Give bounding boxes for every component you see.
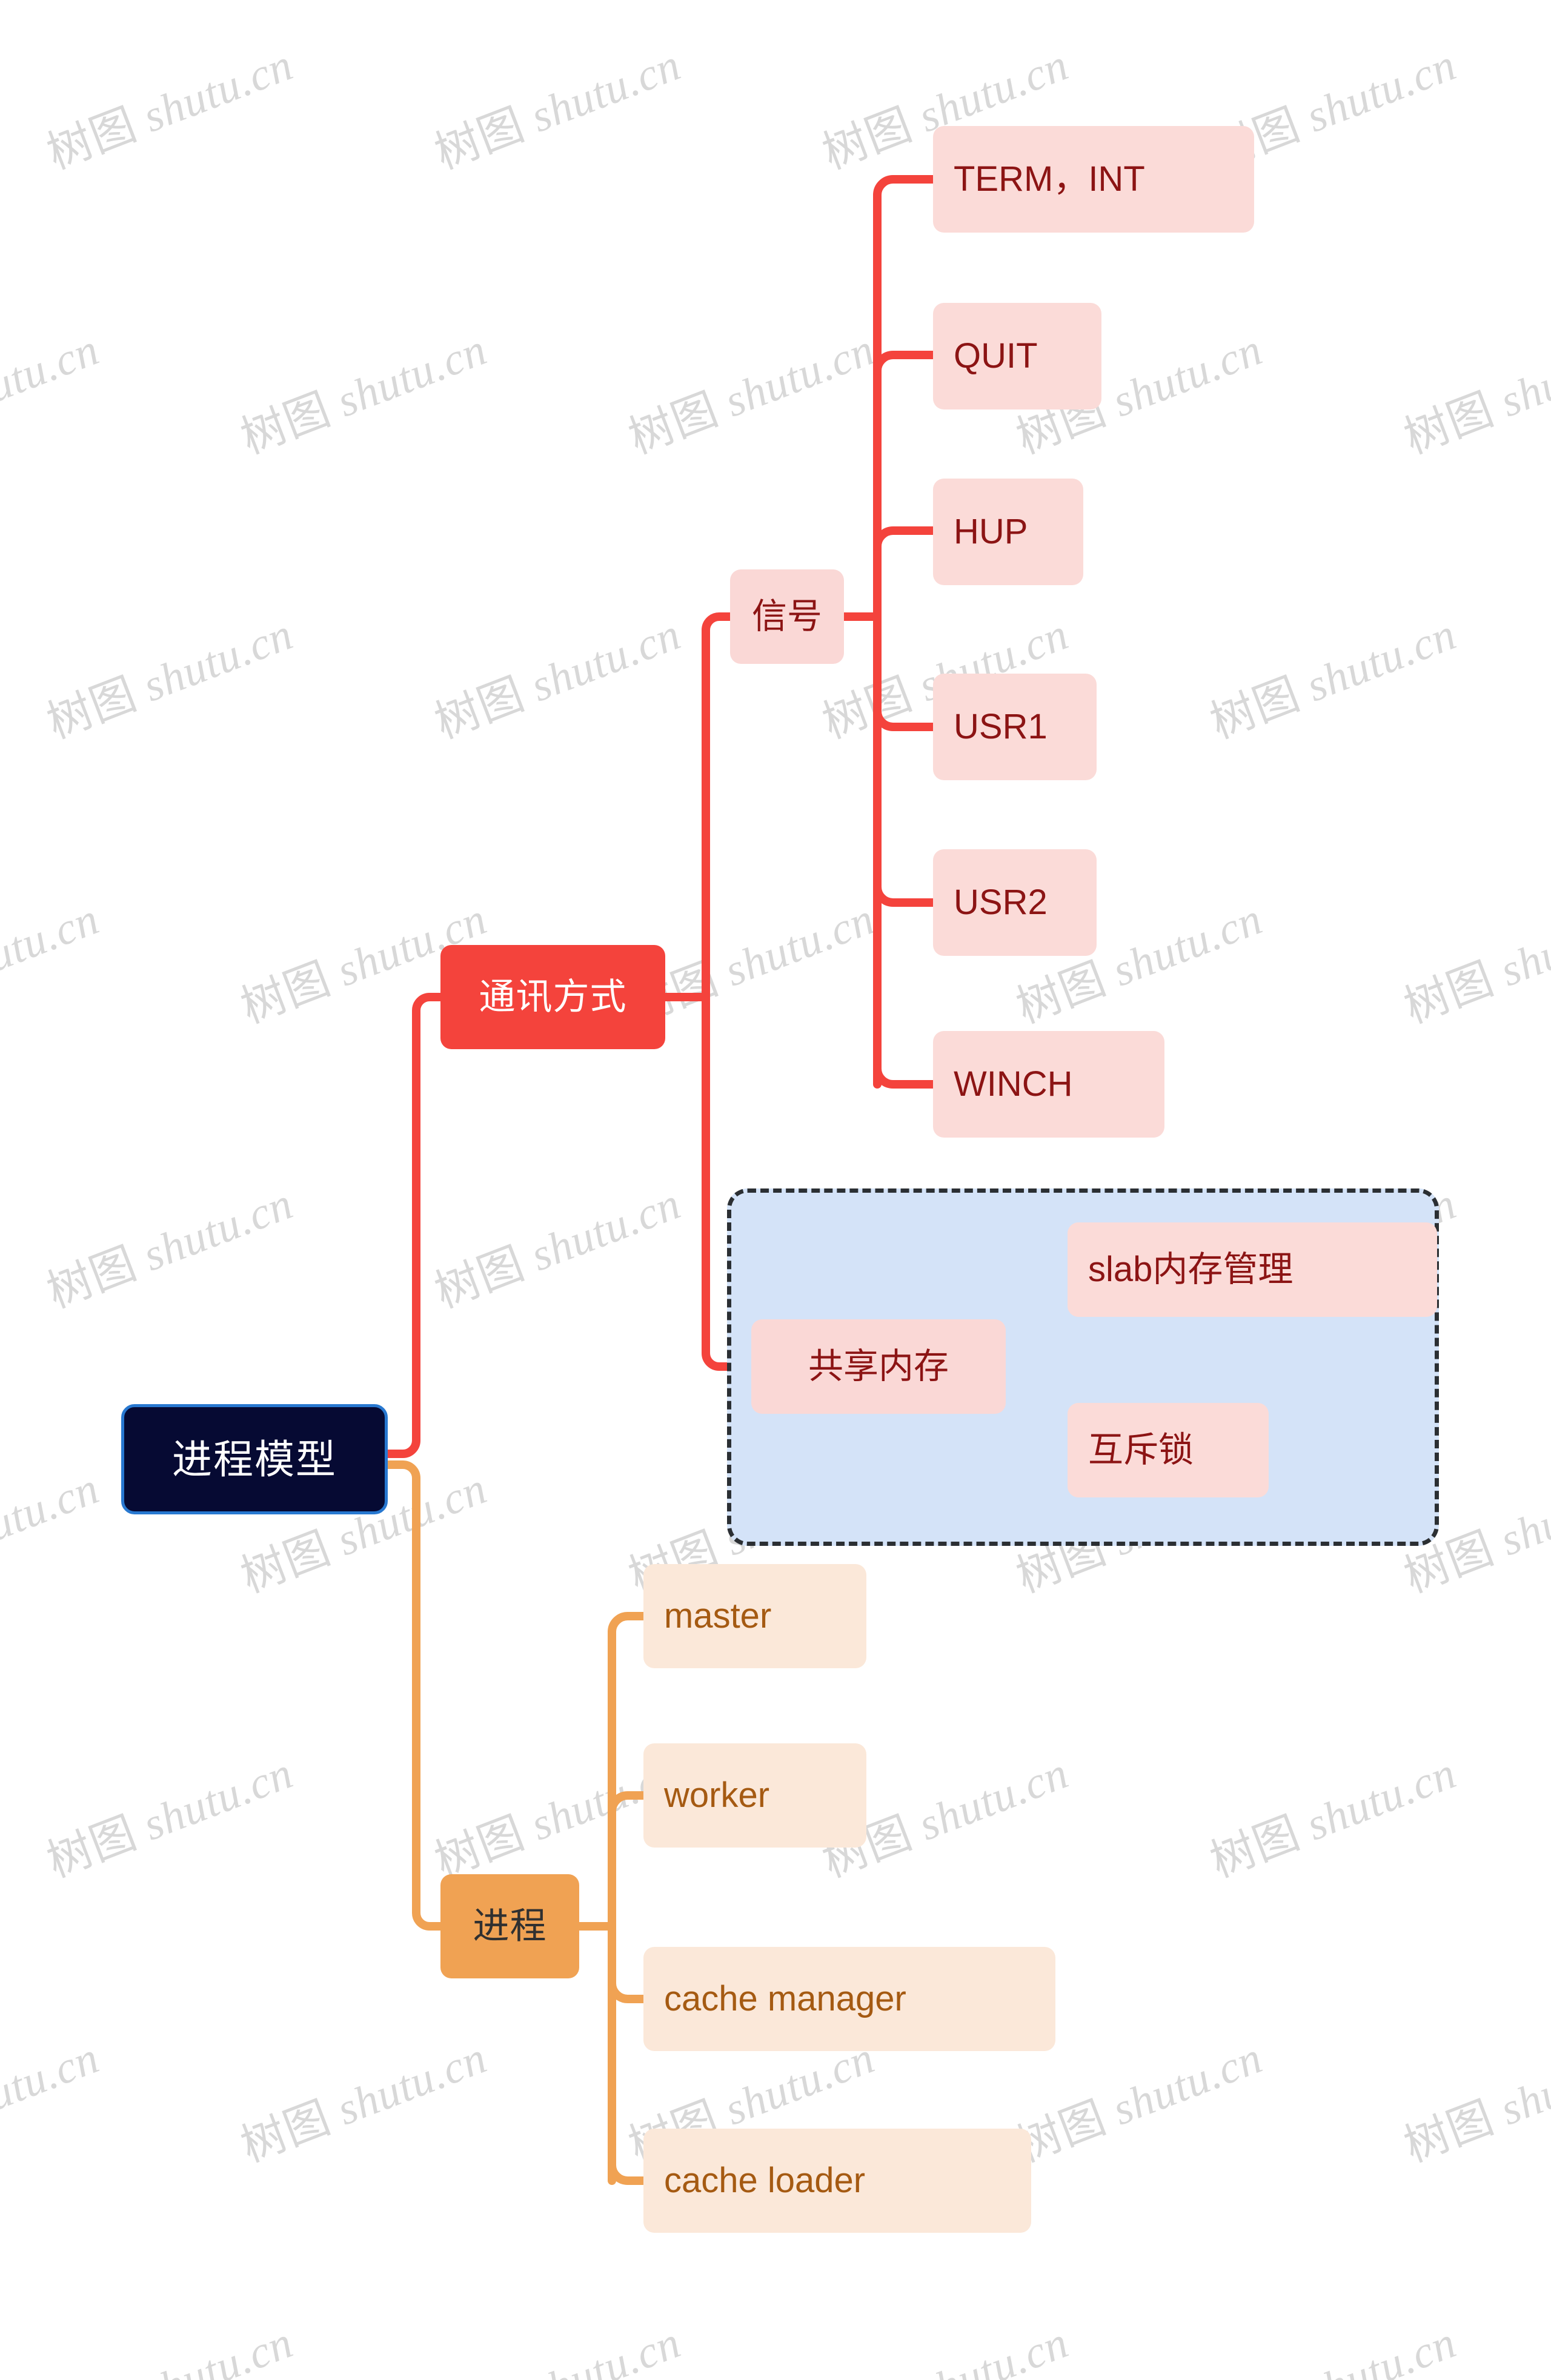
node-worker-label: worker xyxy=(664,1775,770,1815)
node-root-label: 进程模型 xyxy=(172,1437,337,1482)
node-shared-memory[interactable]: 共享内存 xyxy=(751,1319,1006,1414)
watermark-text: 树图 shutu.cn xyxy=(1203,2317,1463,2380)
watermark-text: 树图 shutu.cn xyxy=(40,1748,300,1888)
link-signal-to-quit xyxy=(873,351,937,375)
watermark-text: 树图 shutu.cn xyxy=(1203,609,1463,749)
node-mutex[interactable]: 互斥锁 xyxy=(1068,1403,1269,1497)
watermark-text: 树图 shutu.cn xyxy=(0,893,106,996)
link-signal-to-term-int xyxy=(873,175,937,199)
node-root[interactable]: 进程模型 xyxy=(121,1404,388,1514)
watermark-text: 树图 shutu.cn xyxy=(40,609,300,749)
watermark-text: 树图 shutu.cn xyxy=(815,2317,1075,2380)
node-cache-loader-label: cache loader xyxy=(664,2161,866,2200)
node-term-int[interactable]: TERM，INT xyxy=(933,126,1254,233)
watermark-text: 树图 shutu.cn xyxy=(40,1178,300,1319)
node-slab-label: slab内存管理 xyxy=(1088,1250,1294,1289)
node-winch[interactable]: WINCH xyxy=(933,1031,1164,1138)
link-root-to-process xyxy=(384,1460,445,1931)
watermark-text: 树图 shutu.cn xyxy=(0,324,106,427)
link-signal-to-winch xyxy=(873,1064,937,1089)
node-master-label: master xyxy=(664,1596,772,1636)
node-shared-memory-label: 共享内存 xyxy=(808,1347,949,1386)
watermark-text: 树图 shutu.cn xyxy=(234,324,494,465)
node-cache-manager-label: cache manager xyxy=(664,1979,906,2018)
node-communication-label: 通讯方式 xyxy=(479,976,627,1017)
watermark-text: 树图 shutu.cn xyxy=(0,1463,106,1566)
watermark-text: 树图 shutu.cn xyxy=(428,39,688,180)
link-process-to-cache-manager xyxy=(608,1979,648,2003)
node-hup-label: HUP xyxy=(954,512,1028,551)
node-worker[interactable]: worker xyxy=(643,1743,866,1848)
link-signal-to-usr1 xyxy=(873,707,937,731)
node-mutex-label: 互斥锁 xyxy=(1088,1430,1194,1470)
node-cache-loader[interactable]: cache loader xyxy=(643,2129,1031,2233)
link-signal-to-usr2 xyxy=(873,883,937,907)
node-term-int-label: TERM，INT xyxy=(954,159,1145,199)
link-communication-to-shared-memory xyxy=(702,626,734,1371)
watermark-text: 树图 shutu.cn xyxy=(622,324,882,465)
link-process-to-cache-loader xyxy=(608,2161,648,2185)
node-process[interactable]: 进程 xyxy=(440,1874,579,1978)
node-signal-label: 信号 xyxy=(751,597,822,636)
link-signal-to-hup xyxy=(873,526,937,551)
mindmap-canvas: 树图 shutu.cn 树图 shutu.cn 树图 shutu.cn 树图 shut… xyxy=(0,0,1551,2380)
watermark-text: 树图 shutu.cn xyxy=(1203,1748,1463,1888)
watermark-text: 树图 shutu.cn xyxy=(40,39,300,180)
node-master[interactable]: master xyxy=(643,1564,866,1668)
node-usr1-label: USR1 xyxy=(954,707,1048,746)
node-quit-label: QUIT xyxy=(954,336,1038,376)
watermark-text: 树图 shutu.cn xyxy=(428,2317,688,2380)
node-winch-label: WINCH xyxy=(954,1064,1073,1104)
node-communication[interactable]: 通讯方式 xyxy=(440,945,665,1049)
node-quit[interactable]: QUIT xyxy=(933,303,1101,409)
link-communication-to-signal xyxy=(702,612,734,634)
node-usr2-label: USR2 xyxy=(954,883,1048,922)
node-cache-manager[interactable]: cache manager xyxy=(643,1947,1055,2051)
node-usr1[interactable]: USR1 xyxy=(933,674,1097,780)
watermark-text: 树图 shutu.cn xyxy=(40,2317,300,2380)
link-root-to-communication xyxy=(384,993,445,1458)
node-process-label: 进程 xyxy=(473,1906,547,1946)
link-process-to-master xyxy=(608,1612,648,1636)
watermark-text: 树图 shutu.cn xyxy=(1397,324,1551,465)
node-slab[interactable]: slab内存管理 xyxy=(1068,1222,1437,1317)
node-signal[interactable]: 信号 xyxy=(730,569,844,664)
watermark-text: 树图 shutu.cn xyxy=(0,2032,106,2135)
watermark-text: 树图 shutu.cn xyxy=(1397,2032,1551,2173)
watermark-text: 树图 shutu.cn xyxy=(1397,893,1551,1034)
node-usr2[interactable]: USR2 xyxy=(933,849,1097,956)
watermark-text: 树图 shutu.cn xyxy=(428,609,688,749)
link-process-to-worker xyxy=(608,1791,648,1815)
watermark-text: 树图 shutu.cn xyxy=(234,2032,494,2173)
node-hup[interactable]: HUP xyxy=(933,479,1083,585)
watermark-text: 树图 shutu.cn xyxy=(428,1178,688,1319)
